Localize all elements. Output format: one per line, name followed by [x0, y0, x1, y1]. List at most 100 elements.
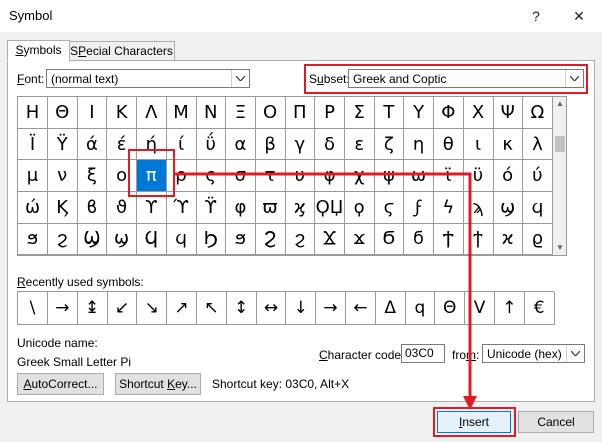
symbol-cell[interactable]: ϒ	[136, 191, 167, 224]
symbol-cell[interactable]: ϧ	[225, 223, 256, 256]
symbol-cell[interactable]: Η	[18, 97, 48, 129]
symbol-cell[interactable]: Λ	[136, 97, 167, 129]
symbol-cell[interactable]: Ϗ	[47, 191, 78, 224]
symbol-cell[interactable]: ζ	[374, 128, 405, 161]
recent-symbol-cell[interactable]: V	[465, 292, 496, 325]
symbol-cell[interactable]: ξ	[77, 160, 108, 193]
symbol-cell[interactable]: ϋ	[463, 160, 494, 193]
recent-symbol-cell[interactable]: ←	[345, 292, 376, 325]
autocorrect-button[interactable]: AutoCorrect...	[17, 373, 104, 395]
symbol-cell[interactable]: ύ	[522, 160, 553, 193]
symbol-cell[interactable]: κ	[493, 128, 524, 161]
symbol-cell[interactable]: ϡ	[463, 191, 494, 224]
symbol-cell[interactable]: φ	[225, 191, 256, 224]
recent-symbol-cell[interactable]: Θ	[435, 292, 466, 325]
scroll-thumb[interactable]	[555, 136, 565, 152]
tab-special-characters[interactable]: SPecial Characters	[68, 41, 175, 61]
symbol-cell[interactable]: Ϫ	[315, 223, 345, 256]
symbol-cell[interactable]: Ϣ	[77, 223, 108, 256]
symbol-cell[interactable]: Ξ	[225, 97, 256, 129]
symbol-cell[interactable]: τ	[255, 160, 286, 193]
scroll-up-icon[interactable]: ▲	[555, 99, 565, 109]
symbol-cell[interactable]: Τ	[374, 97, 405, 129]
help-button[interactable]: ?	[522, 4, 550, 28]
symbol-cell[interactable]: ϙ	[344, 191, 375, 224]
shortcut-key-button[interactable]: Shortcut Key...	[115, 373, 201, 395]
symbol-cell[interactable]: φ	[315, 160, 345, 193]
symbol-cell[interactable]: α	[225, 128, 256, 161]
symbol-cell[interactable]: ΰ	[196, 128, 227, 161]
symbol-cell[interactable]: Π	[285, 97, 316, 129]
symbol-cell[interactable]: Φ	[433, 97, 464, 129]
symbol-cell[interactable]: ς	[196, 160, 227, 193]
recent-symbol-cell[interactable]: ↗	[167, 292, 198, 325]
symbol-cell[interactable]: θ	[433, 128, 464, 161]
subset-select[interactable]: Greek and Coptic	[348, 69, 584, 88]
symbol-cell[interactable]: μ	[18, 160, 48, 193]
symbol-cell[interactable]: π	[136, 160, 167, 193]
recent-symbol-cell[interactable]: ↙	[107, 292, 138, 325]
font-select[interactable]: (normal text)	[46, 69, 250, 88]
symbol-cell[interactable]: Κ	[107, 97, 138, 129]
symbol-cell[interactable]: Χ	[463, 97, 494, 129]
symbol-cell[interactable]: ώ	[18, 191, 48, 224]
close-button[interactable]: ✕	[565, 4, 593, 28]
tab-symbols[interactable]: Symbols	[7, 40, 70, 62]
recent-symbol-cell[interactable]: ↖	[196, 292, 227, 325]
symbol-cell[interactable]: Ϥ	[136, 223, 167, 256]
symbol-cell[interactable]: υ	[285, 160, 316, 193]
symbol-cell[interactable]: ϱ	[522, 223, 553, 256]
character-code-input[interactable]: 03C0	[401, 344, 445, 363]
recent-symbol-cell[interactable]: ↘	[137, 292, 168, 325]
symbol-cell[interactable]: ϣ	[493, 191, 524, 224]
symbol-cell[interactable]: σ	[225, 160, 256, 193]
recent-symbol-cell[interactable]: ↨	[77, 292, 108, 325]
symbol-cell[interactable]: Ϩ	[255, 223, 286, 256]
symbol-cell[interactable]: ϩ	[285, 223, 316, 256]
insert-button[interactable]: Insert	[437, 411, 511, 433]
symbol-cell[interactable]: ϟ	[433, 191, 464, 224]
symbol-cell[interactable]: β	[255, 128, 286, 161]
symbol-cell[interactable]: ε	[344, 128, 375, 161]
from-select[interactable]: Unicode (hex)	[482, 344, 585, 363]
symbol-cell[interactable]: ό	[493, 160, 524, 193]
recent-symbol-cell[interactable]: \	[18, 292, 49, 325]
recent-symbol-cell[interactable]: €	[524, 292, 555, 325]
symbol-cell[interactable]: ϗ	[285, 191, 316, 224]
symbol-cell[interactable]: Ϭ	[374, 223, 405, 256]
symbol-cell[interactable]: χ	[344, 160, 375, 193]
symbol-cell[interactable]: Θ	[47, 97, 78, 129]
scroll-down-icon[interactable]: ▼	[555, 243, 565, 253]
symbol-cell[interactable]: ϑ	[107, 191, 138, 224]
recent-symbol-cell[interactable]: q	[405, 292, 436, 325]
cancel-button[interactable]: Cancel	[518, 411, 594, 433]
symbol-cell[interactable]: Ϊ	[18, 128, 48, 161]
symbol-cell[interactable]: ω	[404, 160, 435, 193]
symbol-cell[interactable]: ϣ	[107, 223, 138, 256]
symbol-cell[interactable]: ϐ	[77, 191, 108, 224]
symbol-cell[interactable]: Ι	[77, 97, 108, 129]
symbol-cell[interactable]: ϫ	[344, 223, 375, 256]
symbol-cell[interactable]: ϥ	[166, 223, 197, 256]
symbol-cell[interactable]: γ	[285, 128, 316, 161]
symbol-cell[interactable]: Ϯ	[433, 223, 464, 256]
symbol-cell[interactable]: ο	[107, 160, 138, 193]
symbol-cell[interactable]: ϧ	[18, 223, 48, 256]
recent-symbol-cell[interactable]: →	[316, 292, 347, 325]
symbol-cell[interactable]: ϓ	[166, 191, 197, 224]
symbol-cell[interactable]: λ	[522, 128, 553, 161]
recent-symbol-cell[interactable]: ↔	[256, 292, 287, 325]
symbol-cell[interactable]: ϯ	[463, 223, 494, 256]
symbol-cell[interactable]: Ν	[196, 97, 227, 129]
symbol-cell[interactable]: Ω	[522, 97, 553, 129]
symbol-cell[interactable]: Υ	[404, 97, 435, 129]
recent-symbol-cell[interactable]: ↑	[494, 292, 525, 325]
recently-used-grid[interactable]: \ → ↨ ↙ ↘ ↗ ↖ ↕ ↔ ↓ → ← Δq Θ V ↑ €	[17, 291, 555, 325]
symbol-cell[interactable]: Σ	[344, 97, 375, 129]
symbol-cell[interactable]: ϝ	[404, 191, 435, 224]
symbol-cell[interactable]: ϔ	[196, 191, 227, 224]
symbol-cell[interactable]: Μ	[166, 97, 197, 129]
recent-symbol-cell[interactable]: ↓	[286, 292, 317, 325]
symbol-cell[interactable]: η	[404, 128, 435, 161]
symbol-cell[interactable]: ϛ	[374, 191, 405, 224]
